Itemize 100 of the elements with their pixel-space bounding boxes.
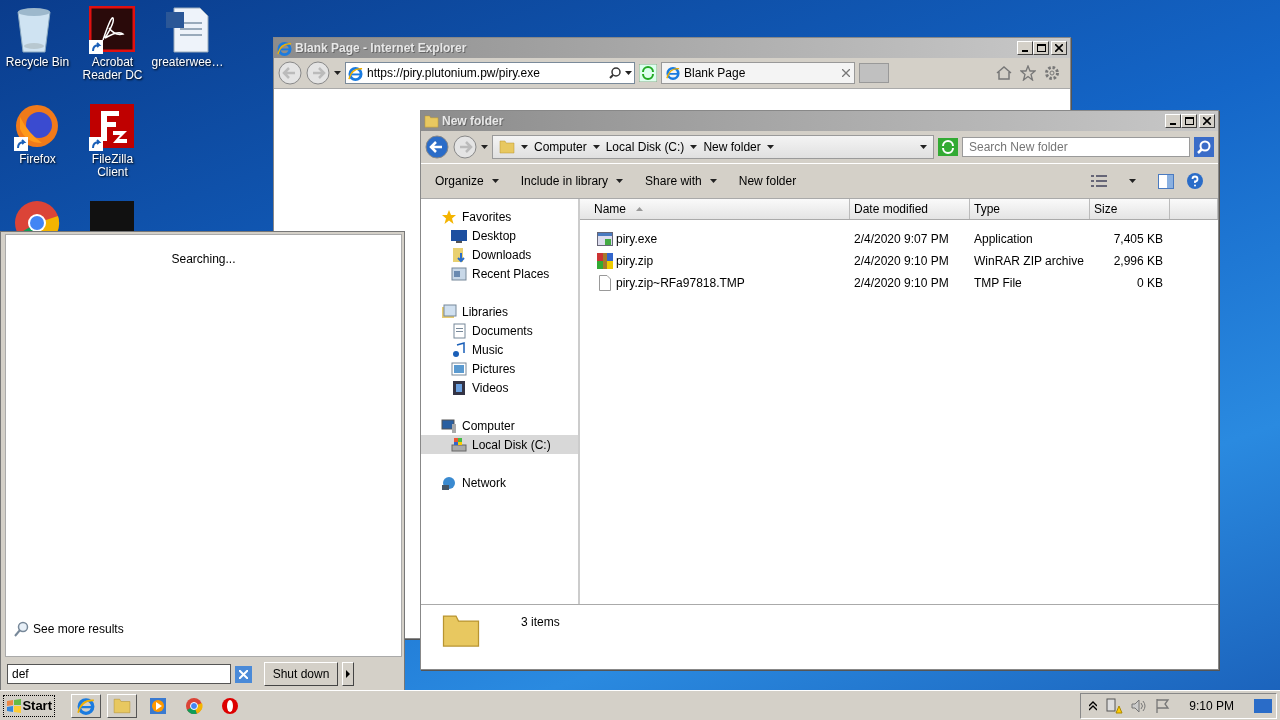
caret-icon <box>766 145 774 149</box>
window-title: Blank Page - Internet Explorer <box>295 41 468 55</box>
search-field[interactable]: Search New folder <box>962 137 1190 157</box>
show-hidden-icons-icon[interactable] <box>1089 700 1098 711</box>
column-header[interactable]: Name <box>580 199 850 219</box>
file-name[interactable]: piry.zip~RFa97818.TMP <box>616 276 745 290</box>
back-button[interactable] <box>425 135 449 159</box>
application-icon <box>597 231 613 247</box>
archive-icon <box>597 253 613 269</box>
minimize-button[interactable] <box>1017 41 1033 55</box>
search-field[interactable]: def <box>7 664 231 684</box>
toolbar-button[interactable]: Include in library <box>520 172 624 190</box>
nav-item[interactable]: Pictures <box>421 359 578 378</box>
search-icon[interactable] <box>1194 137 1214 157</box>
see-more-results-link[interactable]: See more results <box>14 621 124 637</box>
home-icon[interactable] <box>996 65 1012 81</box>
close-icon <box>1203 117 1211 125</box>
picture-icon <box>451 360 467 377</box>
table-cell-text: TMP File <box>973 276 1023 290</box>
show-desktop-icon[interactable] <box>1254 698 1272 713</box>
caret-icon <box>334 71 341 75</box>
taskbar-button[interactable] <box>71 693 101 718</box>
shortcut-arrow-icon <box>13 137 28 151</box>
dropdown-caret-icon <box>625 71 632 75</box>
document-icon <box>451 322 467 339</box>
minimize-button[interactable] <box>1165 114 1181 128</box>
table-cell-text: 2,996 KB <box>1112 254 1164 268</box>
nav-item[interactable]: Desktop <box>421 226 578 245</box>
toolbar-button[interactable]: Organize <box>435 172 499 190</box>
forward-button[interactable] <box>453 135 477 159</box>
ie-icon <box>666 66 680 80</box>
table-cell-text: 7,405 KB <box>1112 232 1164 246</box>
back-button[interactable] <box>278 61 302 85</box>
nav-item[interactable]: Local Disk (C:) <box>421 435 578 454</box>
start-button[interactable]: Start <box>3 694 55 717</box>
column-header[interactable]: Type <box>970 199 1090 219</box>
desktop-icon-label[interactable]: FileZilla Client <box>75 153 150 179</box>
clear-button[interactable] <box>235 665 252 683</box>
refresh-icon[interactable] <box>938 138 958 156</box>
disk-drive-icon <box>451 436 467 453</box>
view-options-icon[interactable] <box>1091 174 1107 188</box>
desktop-icon-label[interactable]: Firefox <box>19 153 56 166</box>
column-header[interactable]: Date modified <box>850 199 970 219</box>
address-bar[interactable]: Computer Local Disk (C:) New folder <box>492 135 934 159</box>
ie-icon <box>77 696 95 715</box>
close-icon <box>1055 44 1063 52</box>
nav-item[interactable]: Videos <box>421 378 578 397</box>
nav-item[interactable]: Documents <box>421 321 578 340</box>
taskbar-button[interactable] <box>107 693 137 718</box>
toolbar-button[interactable]: Share with <box>645 172 717 190</box>
desktop-icon-label[interactable]: greaterwee… <box>151 56 224 69</box>
caret-icon <box>709 179 717 183</box>
desktop-icon-label[interactable]: Recycle Bin <box>5 56 70 69</box>
maximize-button[interactable] <box>1181 114 1197 128</box>
close-button[interactable] <box>1051 41 1067 55</box>
shut-down-options-button[interactable] <box>342 662 354 686</box>
ie-icon <box>277 40 292 56</box>
nav-item[interactable]: Music <box>421 340 578 359</box>
shut-down-button[interactable]: Shut down <box>264 662 338 686</box>
close-button[interactable] <box>1199 114 1215 128</box>
caret-icon <box>690 145 698 149</box>
settings-icon[interactable] <box>1044 65 1060 81</box>
clock[interactable]: 9:10 PM <box>1189 698 1234 713</box>
caret-icon <box>481 145 488 149</box>
help-icon[interactable] <box>1186 172 1204 190</box>
ie-icon <box>348 65 363 81</box>
table-cell-text: Application <box>973 232 1034 246</box>
nav-item[interactable]: Computer <box>421 416 578 435</box>
nav-item[interactable]: Downloads <box>421 245 578 264</box>
media-player-icon <box>149 696 167 715</box>
address-field[interactable]: https://piry.plutonium.pw/piry.exe <box>345 62 635 84</box>
nav-item[interactable]: Recent Places <box>421 264 578 283</box>
table-cell-text: 2/4/2020 9:07 PM <box>853 232 950 246</box>
nav-item[interactable]: Network <box>421 473 578 492</box>
nav-item[interactable]: Favorites <box>421 207 578 226</box>
caret-icon <box>616 179 624 183</box>
caret-icon <box>521 145 528 149</box>
column-header[interactable]: Size <box>1090 199 1170 219</box>
preview-pane-icon[interactable] <box>1158 173 1174 189</box>
maximize-icon <box>1036 44 1046 52</box>
maximize-button[interactable] <box>1033 41 1049 55</box>
toolbar-button[interactable]: New folder <box>738 172 797 190</box>
file-icon <box>597 275 613 291</box>
network-warning-icon[interactable] <box>1105 697 1124 714</box>
shortcut-arrow-icon <box>88 40 103 54</box>
star-icon[interactable] <box>1020 65 1036 81</box>
table-cell-text: 0 KB <box>1136 276 1164 290</box>
desktop-icon-label[interactable]: Acrobat Reader DC <box>75 56 150 82</box>
file-name[interactable]: piry.zip <box>616 254 654 268</box>
speaker-icon[interactable] <box>1131 697 1148 714</box>
forward-button[interactable] <box>306 61 330 85</box>
close-icon[interactable] <box>842 69 850 77</box>
search-icon <box>609 67 621 79</box>
nav-item[interactable]: Libraries <box>421 302 578 321</box>
refresh-icon[interactable] <box>639 64 657 82</box>
item-count: 3 items <box>521 615 560 629</box>
file-name[interactable]: piry.exe <box>616 232 658 246</box>
flag-icon[interactable] <box>1155 697 1172 714</box>
browser-tab[interactable]: Blank Page <box>661 62 855 84</box>
dropdown-caret-icon <box>920 145 927 149</box>
